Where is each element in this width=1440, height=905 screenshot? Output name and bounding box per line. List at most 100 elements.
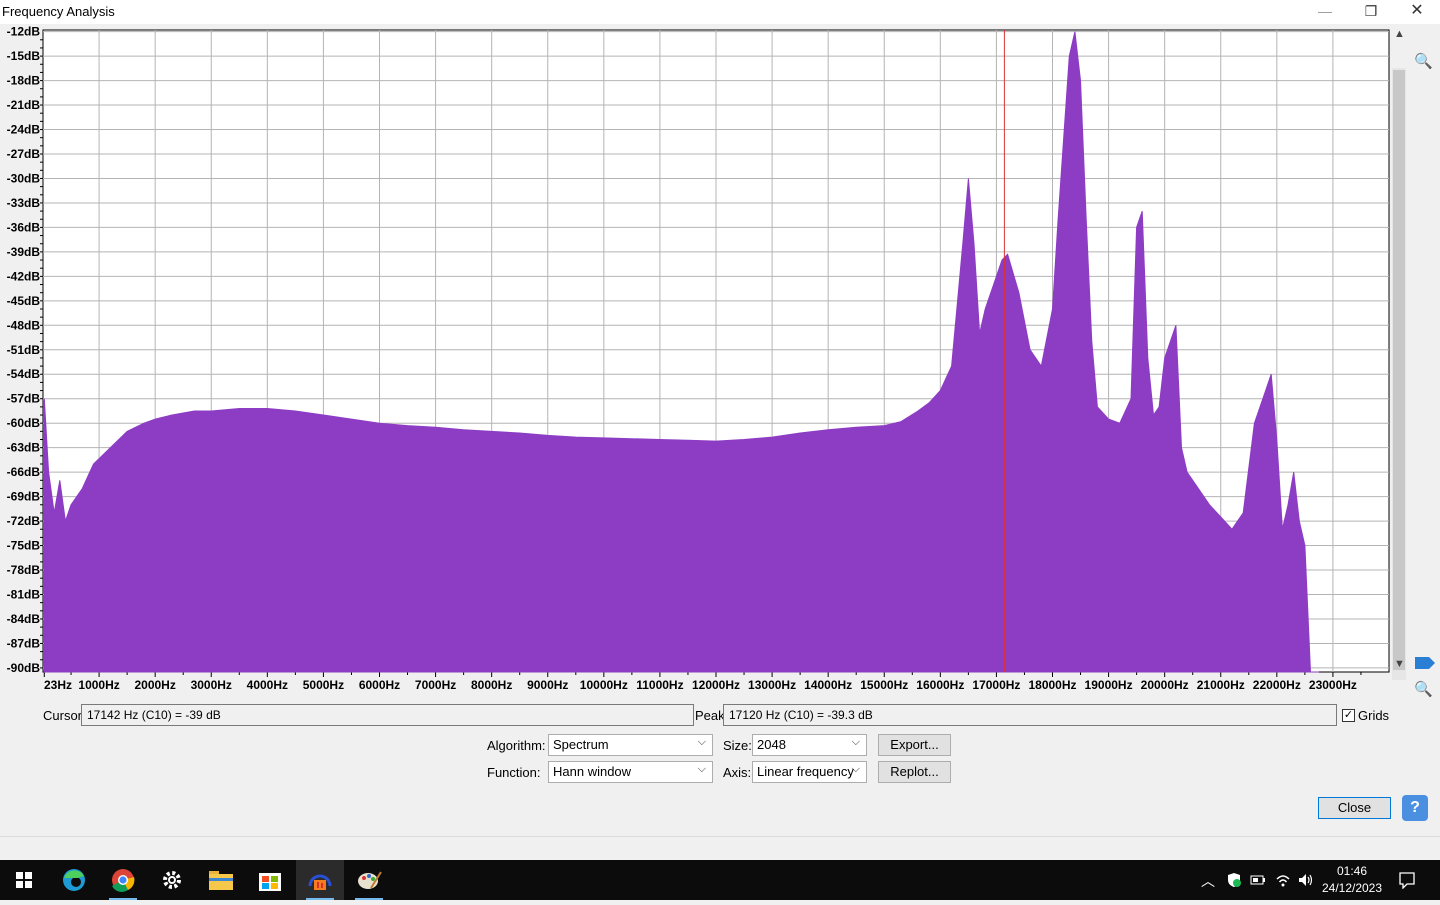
y-tick-label: -51dB <box>7 343 41 357</box>
x-tick-label: 22000Hz <box>1253 678 1301 692</box>
y-tick-label: -39dB <box>7 245 41 259</box>
wifi-icon[interactable] <box>1275 872 1291 888</box>
zoom-in-icon[interactable]: 🔍 <box>1414 52 1433 70</box>
cursor-readout: 17142 Hz (C10) = -39 dB <box>81 704 694 726</box>
taskbar-settings[interactable] <box>148 860 196 900</box>
chevron-down-icon: ⌵ <box>697 736 706 748</box>
cursor-label: Cursor: <box>43 708 86 723</box>
x-tick-label: 19000Hz <box>1085 678 1133 692</box>
security-shield-icon[interactable] <box>1226 872 1242 888</box>
x-tick-label: 1000Hz <box>78 678 119 692</box>
zoom-out-icon[interactable]: 🔍 <box>1414 680 1433 698</box>
x-tick-label: 16000Hz <box>916 678 964 692</box>
size-select[interactable]: 2048 ⌵ <box>752 734 867 756</box>
volume-icon[interactable] <box>1297 872 1315 888</box>
y-tick-label: -63dB <box>7 441 41 455</box>
close-window-button[interactable]: ✕ <box>1394 0 1440 24</box>
taskbar-paint[interactable] <box>345 860 393 900</box>
y-tick-label: -24dB <box>7 123 41 137</box>
chevron-down-icon: ⌵ <box>697 763 706 775</box>
taskbar-chrome[interactable] <box>99 860 147 900</box>
minimize-button[interactable]: — <box>1302 0 1348 24</box>
y-tick-label: -60dB <box>7 416 41 430</box>
x-tick-label: 14000Hz <box>804 678 852 692</box>
x-tick-label: 23000Hz <box>1309 678 1357 692</box>
size-label: Size: <box>723 738 752 753</box>
algorithm-select[interactable]: Spectrum ⌵ <box>548 734 713 756</box>
title-bar: Frequency Analysis — ❐ ✕ <box>0 0 1440 24</box>
folder-icon <box>209 871 233 890</box>
x-tick-label: 13000Hz <box>748 678 796 692</box>
y-tick-label: -90dB <box>7 661 41 675</box>
axis-label: Axis: <box>723 765 752 780</box>
maximize-button[interactable]: ❐ <box>1348 0 1394 24</box>
spectrum-chart[interactable]: -12dB -15dB -18dB -21dB -24dB -27dB -30dB -33dB… <box>0 24 1440 700</box>
show-hidden-icons-chevron-icon[interactable]: ︿ <box>1201 871 1215 891</box>
taskbar-file-explorer[interactable] <box>197 860 245 900</box>
spectrum-plot-area: -12dB -15dB -18dB -21dB -24dB -27dB -30dB -33dB… <box>0 24 1440 700</box>
y-tick-label: -75dB <box>7 539 41 553</box>
replot-button[interactable]: Replot... <box>878 761 951 783</box>
x-tick-label: 20000Hz <box>1141 678 1189 692</box>
vertical-scrollbar[interactable] <box>1392 68 1406 680</box>
taskbar-audacity[interactable] <box>296 860 344 900</box>
taskbar-store[interactable] <box>246 860 294 900</box>
y-tick-label: -42dB <box>7 269 41 283</box>
x-tick-label: 21000Hz <box>1197 678 1245 692</box>
x-tick-label: 15000Hz <box>860 678 908 692</box>
window-title: Frequency Analysis <box>2 4 115 19</box>
y-tick-label: -36dB <box>7 220 41 234</box>
taskbar-edge[interactable] <box>50 860 98 900</box>
x-tick-label: 5000Hz <box>303 678 344 692</box>
grids-checkbox[interactable]: ✓ <box>1342 709 1355 722</box>
chevron-down-icon: ⌵ <box>851 736 860 748</box>
gear-icon <box>163 871 181 889</box>
y-tick-label: -87dB <box>7 636 41 650</box>
algorithm-value: Spectrum <box>553 737 609 752</box>
x-tick-label: 9000Hz <box>527 678 568 692</box>
close-button[interactable]: Close <box>1318 797 1391 819</box>
battery-icon[interactable] <box>1250 874 1266 886</box>
start-button[interactable] <box>0 860 48 900</box>
function-value: Hann window <box>553 764 632 779</box>
scroll-down-arrow-icon[interactable]: ▼ <box>1394 658 1405 670</box>
y-tick-label: -72dB <box>7 514 41 528</box>
x-tick-label: 23Hz <box>44 678 72 692</box>
scrollbar-thumb[interactable] <box>1393 70 1405 670</box>
y-tick-label: -18dB <box>7 74 41 88</box>
y-tick-label: -81dB <box>7 588 41 602</box>
x-tick-label: 8000Hz <box>471 678 512 692</box>
x-tick-label: 18000Hz <box>1028 678 1076 692</box>
y-tick-label: -78dB <box>7 563 41 577</box>
peak-readout: 17120 Hz (C10) = -39.3 dB <box>723 704 1337 726</box>
y-tick-label: -30dB <box>7 171 41 185</box>
y-tick-label: -15dB <box>7 49 41 63</box>
clock-date[interactable]: 24/12/2023 <box>1318 881 1386 895</box>
edge-icon <box>63 869 85 891</box>
chevron-down-icon: ⌵ <box>851 763 860 775</box>
status-bar <box>0 836 1440 860</box>
x-tick-label: 6000Hz <box>359 678 400 692</box>
notifications-icon[interactable] <box>1398 871 1416 889</box>
x-tick-label: 17000Hz <box>972 678 1020 692</box>
x-tick-label: 2000Hz <box>134 678 175 692</box>
paint-palette-icon <box>358 871 382 889</box>
function-label: Function: <box>487 765 541 780</box>
axis-value: Linear frequency <box>757 764 854 779</box>
y-tick-label: -21dB <box>7 98 41 112</box>
export-button[interactable]: Export... <box>878 734 951 756</box>
axis-select[interactable]: Linear frequency ⌵ <box>752 761 867 783</box>
help-button[interactable]: ? <box>1402 795 1428 821</box>
y-tick-label: -27dB <box>7 147 41 161</box>
scroll-up-arrow-icon[interactable]: ▲ <box>1394 28 1405 40</box>
x-tick-label: 10000Hz <box>580 678 628 692</box>
function-select[interactable]: Hann window ⌵ <box>548 761 713 783</box>
x-tick-label: 3000Hz <box>191 678 232 692</box>
y-tick-label: -69dB <box>7 490 41 504</box>
size-value: 2048 <box>757 737 786 752</box>
taskbar: ︿ <box>0 860 1440 900</box>
clock-time[interactable]: 01:46 <box>1322 864 1382 878</box>
store-icon <box>259 873 281 891</box>
grids-label: Grids <box>1358 708 1390 723</box>
audacity-icon <box>308 874 332 890</box>
